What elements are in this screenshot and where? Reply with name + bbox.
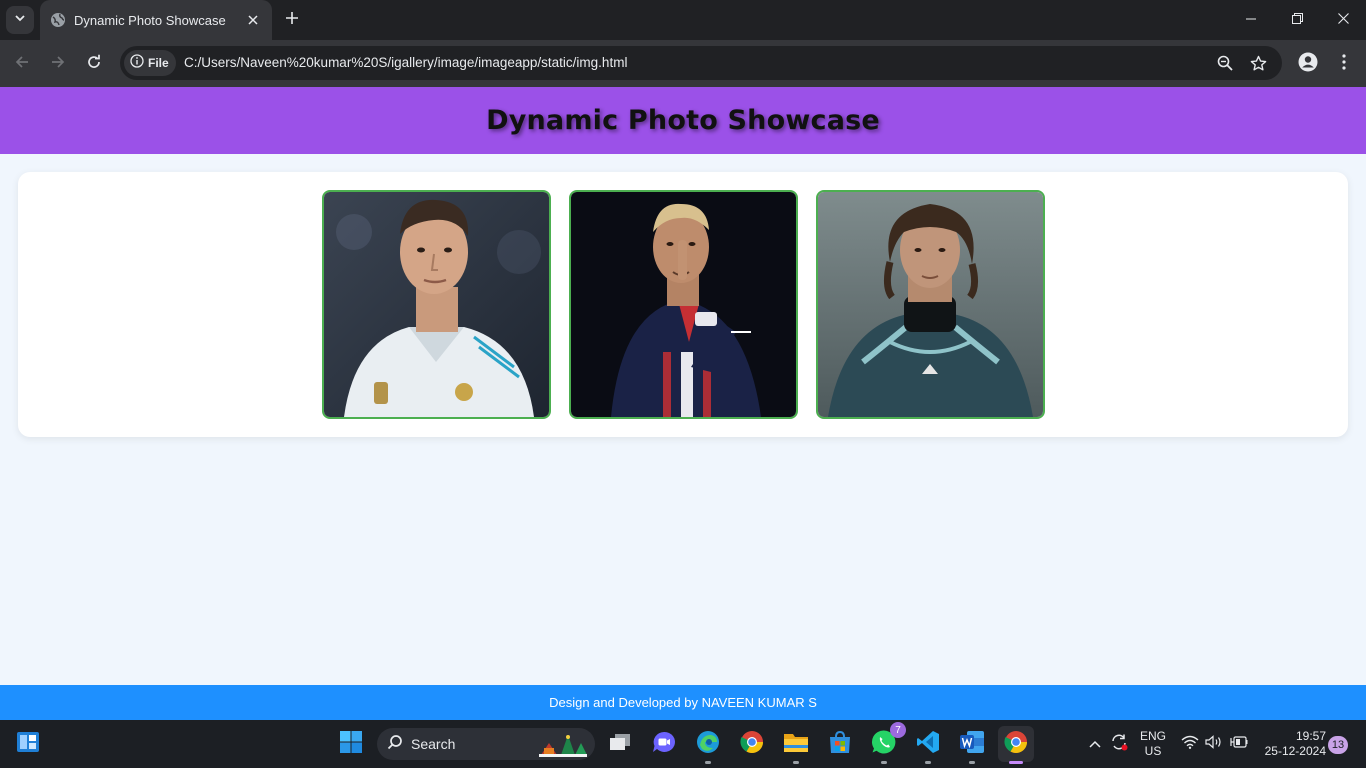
profile-icon: [1298, 52, 1318, 77]
chrome-icon: [740, 730, 764, 759]
gallery-photo-2[interactable]: [569, 190, 798, 419]
chrome-button[interactable]: [734, 726, 770, 762]
photo-gallery: [18, 172, 1348, 437]
profile-button[interactable]: [1296, 52, 1320, 76]
task-view-icon: [609, 733, 631, 756]
tab-strip: Dynamic Photo Showcase: [0, 0, 1366, 40]
battery-charging-icon: [1230, 735, 1248, 754]
running-indicator: [881, 761, 887, 764]
gallery-photo-3[interactable]: [816, 190, 1045, 419]
running-indicator: [705, 761, 711, 764]
store-icon: [828, 730, 852, 759]
photo-player-dark-kit: [571, 192, 796, 417]
restore-icon: [1291, 11, 1303, 29]
notification-count-badge[interactable]: 13: [1328, 736, 1348, 754]
url-text[interactable]: C:/Users/Naveen%20kumar%20S/igallery/ima…: [184, 55, 627, 70]
volume-button[interactable]: [1204, 726, 1224, 762]
gallery-photo-1[interactable]: [322, 190, 551, 419]
windows-logo-icon: [339, 730, 363, 759]
bookmark-star-icon[interactable]: [1248, 53, 1268, 73]
holiday-village-icon: [539, 731, 587, 762]
running-indicator: [793, 761, 799, 764]
language-code: ENG: [1139, 729, 1166, 743]
start-button[interactable]: [333, 726, 369, 762]
arrow-right-icon: [50, 54, 66, 75]
widgets-icon: [16, 731, 40, 758]
chrome-active-button[interactable]: [998, 726, 1034, 764]
more-vertical-icon: [1342, 53, 1346, 75]
chat-app-button[interactable]: [646, 726, 682, 762]
search-icon: [387, 734, 403, 755]
browser-toolbar: File C:/Users/Naveen%20kumar%20S/igaller…: [0, 40, 1366, 87]
menu-button[interactable]: [1332, 52, 1356, 76]
video-chat-icon: [652, 731, 676, 758]
folder-icon: [783, 731, 809, 758]
word-icon: [959, 730, 985, 759]
keyboard-region: US: [1144, 744, 1162, 758]
language-indicator[interactable]: ENG US: [1136, 729, 1170, 759]
word-button[interactable]: [954, 726, 990, 764]
photo-player-teal-kit: [818, 192, 1043, 417]
page-footer: Design and Developed by NAVEEN KUMAR S: [0, 685, 1366, 720]
site-info-chip[interactable]: File: [124, 50, 176, 76]
chevron-down-icon: [14, 11, 26, 29]
chrome-icon: [1004, 730, 1028, 759]
reload-icon: [86, 54, 102, 75]
widgets-button[interactable]: [10, 726, 46, 762]
zoom-icon[interactable]: [1215, 53, 1235, 73]
close-window-button[interactable]: [1320, 0, 1366, 40]
site-chip-label: File: [148, 56, 169, 70]
sync-status-button[interactable]: [1108, 726, 1130, 762]
tab-search-button[interactable]: [6, 6, 34, 34]
clock[interactable]: 19:57 25-12-2024: [1258, 729, 1326, 759]
active-indicator: [1009, 761, 1023, 764]
back-button[interactable]: [8, 50, 36, 78]
reload-button[interactable]: [80, 50, 108, 78]
info-icon: [130, 53, 144, 73]
taskbar: Search 7 ENG US 19:57 25-12-2024 13: [0, 720, 1366, 768]
edge-button[interactable]: [690, 726, 726, 764]
page-viewport: Dynamic Photo Showcase Design and Develo…: [0, 87, 1366, 720]
wifi-button[interactable]: [1180, 726, 1200, 762]
file-explorer-button[interactable]: [778, 726, 814, 764]
show-hidden-icons-button[interactable]: [1086, 726, 1104, 762]
arrow-left-icon: [14, 54, 30, 75]
address-bar[interactable]: File C:/Users/Naveen%20kumar%20S/igaller…: [120, 46, 1282, 80]
running-indicator: [925, 761, 931, 764]
vscode-icon: [916, 730, 940, 759]
close-icon: [1337, 11, 1349, 29]
task-view-button[interactable]: [602, 726, 638, 762]
clock-time: 19:57: [1295, 729, 1326, 743]
search-label: Search: [411, 736, 456, 752]
restore-button[interactable]: [1274, 0, 1320, 40]
sync-icon: [1110, 733, 1128, 756]
vscode-button[interactable]: [910, 726, 946, 764]
speaker-icon: [1205, 734, 1223, 754]
plus-icon: [285, 11, 299, 30]
edge-browser-icon: [696, 730, 720, 759]
minimize-button[interactable]: [1228, 0, 1274, 40]
footer-credit: Design and Developed by NAVEEN KUMAR S: [549, 695, 817, 710]
tab-title: Dynamic Photo Showcase: [74, 12, 226, 28]
browser-tab[interactable]: Dynamic Photo Showcase: [40, 0, 272, 40]
whatsapp-button[interactable]: 7: [866, 722, 906, 764]
new-tab-button[interactable]: [280, 8, 304, 32]
whatsapp-unread-badge: 7: [890, 722, 906, 738]
photo-player-white-kit: [324, 192, 549, 417]
chevron-up-icon: [1089, 735, 1101, 753]
taskbar-search[interactable]: Search: [377, 728, 595, 760]
close-tab-icon[interactable]: [244, 11, 262, 29]
battery-button[interactable]: [1228, 726, 1250, 762]
forward-button[interactable]: [44, 50, 72, 78]
globe-icon: [50, 12, 66, 28]
page-title: Dynamic Photo Showcase: [486, 105, 880, 136]
wifi-icon: [1181, 735, 1199, 754]
page-header: Dynamic Photo Showcase: [0, 87, 1366, 154]
clock-date: 25-12-2024: [1264, 744, 1326, 758]
store-button[interactable]: [822, 726, 858, 762]
running-indicator: [969, 761, 975, 764]
minimize-icon: [1246, 11, 1256, 29]
